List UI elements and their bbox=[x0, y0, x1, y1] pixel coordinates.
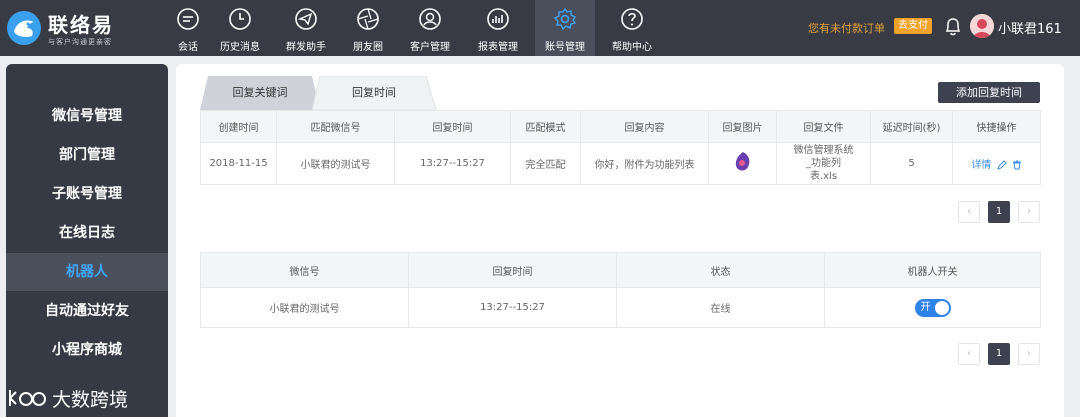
aperture-icon bbox=[357, 8, 379, 30]
robot-status-table: 微信号 回复时间 状态 机器人开关 小联君的测试号 13:27--15:27 在… bbox=[200, 252, 1041, 328]
nav-label: 群发助手 bbox=[286, 42, 326, 53]
avatar[interactable] bbox=[970, 14, 994, 38]
chart-icon bbox=[487, 8, 509, 30]
column-header: 微信号 bbox=[200, 252, 409, 288]
page-number-button[interactable]: 1 bbox=[988, 201, 1010, 223]
column-header: 回复文件 bbox=[776, 110, 871, 143]
nav-item-moments[interactable]: 朋友圈 bbox=[338, 0, 398, 56]
paper-plane-icon bbox=[295, 8, 317, 30]
chat-icon bbox=[177, 8, 199, 30]
prev-page-button[interactable]: ‹ bbox=[958, 201, 980, 223]
column-header: 匹配微信号 bbox=[276, 110, 395, 143]
nav-label: 会话 bbox=[178, 42, 198, 53]
sidebar-item-departments[interactable]: 部门管理 bbox=[6, 136, 168, 174]
nav-item-reports[interactable]: 报表管理 bbox=[468, 0, 528, 56]
tab-reply-time[interactable]: 回复时间 bbox=[312, 76, 436, 110]
logo-title: 联络易 bbox=[48, 13, 114, 37]
pagination: ‹ 1 › bbox=[958, 343, 1040, 365]
edit-icon[interactable] bbox=[996, 160, 1007, 170]
nav-label: 帮助中心 bbox=[612, 42, 652, 53]
reply-time-table: 创建时间 匹配微信号 回复时间 匹配模式 回复内容 回复图片 回复文件 延迟时间… bbox=[200, 110, 1041, 185]
nav-item-broadcast[interactable]: 群发助手 bbox=[276, 0, 336, 56]
add-reply-time-button[interactable]: 添加回复时间 bbox=[938, 82, 1040, 103]
file-name[interactable]: 微信管理系统_功能列表.xls bbox=[793, 144, 855, 183]
table-row: 2018-11-15 小联君的测试号 13:27--15:27 完全匹配 你好，… bbox=[200, 142, 1041, 185]
nav-item-customers[interactable]: 客户管理 bbox=[400, 0, 460, 56]
question-icon bbox=[621, 8, 643, 30]
tab-label: 回复关键词 bbox=[232, 86, 288, 99]
column-header: 状态 bbox=[616, 252, 825, 288]
cell-reply-time: 13:27--15:27 bbox=[408, 287, 617, 328]
cell-status: 在线 bbox=[616, 287, 825, 328]
tab-label: 回复时间 bbox=[352, 86, 396, 99]
table-row: 小联君的测试号 13:27--15:27 在线 开 bbox=[200, 287, 1041, 328]
toggle-label: 开 bbox=[920, 301, 931, 313]
nav-item-account[interactable]: 账号管理 bbox=[535, 0, 595, 56]
nav-label: 历史消息 bbox=[220, 42, 260, 53]
nav-label: 朋友圈 bbox=[353, 42, 383, 53]
cell-match-mode: 完全匹配 bbox=[510, 142, 581, 185]
robot-toggle-switch[interactable]: 开 bbox=[914, 298, 951, 317]
nav-item-chat[interactable]: 会话 bbox=[158, 0, 218, 56]
sidebar: 微信号管理 部门管理 子账号管理 在线日志 机器人 自动通过好友 小程序商城 bbox=[6, 64, 168, 417]
nav-label: 账号管理 bbox=[545, 42, 585, 53]
main-panel: 回复关键词 回复时间 添加回复时间 创建时间 匹配微信号 回复时间 匹配模式 回… bbox=[176, 64, 1064, 417]
pay-button[interactable]: 去支付 bbox=[894, 18, 932, 34]
nav-label: 客户管理 bbox=[410, 42, 450, 53]
tab-reply-keywords[interactable]: 回复关键词 bbox=[200, 76, 320, 110]
table-header-row: 微信号 回复时间 状态 机器人开关 bbox=[200, 252, 1041, 288]
next-page-button[interactable]: › bbox=[1018, 201, 1040, 223]
nav-label: 报表管理 bbox=[478, 42, 518, 53]
bell-icon[interactable] bbox=[944, 16, 962, 36]
user-icon bbox=[419, 8, 441, 30]
app-logo[interactable]: 联络易 与客户沟通更亲密 bbox=[6, 6, 166, 50]
watermark-text: 大数跨境 bbox=[52, 389, 129, 411]
top-navigation-bar: 联络易 与客户沟通更亲密 会话 历史消息 群发助手 朋友圈 客户管理 报表管理 bbox=[0, 0, 1080, 56]
sidebar-item-robot[interactable]: 机器人 bbox=[6, 253, 168, 291]
image-thumbnail-icon[interactable] bbox=[734, 151, 752, 173]
avatar-image-icon bbox=[970, 14, 994, 38]
sidebar-item-auto-accept-friends[interactable]: 自动通过好友 bbox=[6, 292, 168, 330]
unpaid-order-notice[interactable]: 您有未付款订单 bbox=[808, 20, 885, 36]
sidebar-item-mini-program-mall[interactable]: 小程序商城 bbox=[6, 331, 168, 369]
column-header: 回复时间 bbox=[394, 110, 511, 143]
column-header: 延迟时间(秒) bbox=[870, 110, 953, 143]
table-header-row: 创建时间 匹配微信号 回复时间 匹配模式 回复内容 回复图片 回复文件 延迟时间… bbox=[200, 110, 1041, 143]
cell-wechat-account: 小联君的测试号 bbox=[276, 142, 395, 185]
pagination: ‹ 1 › bbox=[958, 201, 1040, 223]
page-number-button[interactable]: 1 bbox=[988, 343, 1010, 365]
column-header: 创建时间 bbox=[200, 110, 277, 143]
nav-item-help[interactable]: 帮助中心 bbox=[602, 0, 662, 56]
trash-icon[interactable] bbox=[1012, 160, 1022, 170]
column-header: 回复图片 bbox=[708, 110, 777, 143]
cell-reply-file: 微信管理系统_功能列表.xls bbox=[776, 142, 871, 185]
cell-delay: 5 bbox=[870, 142, 953, 185]
detail-link[interactable]: 详情 bbox=[971, 160, 991, 171]
nav-item-history[interactable]: 历史消息 bbox=[210, 0, 270, 56]
cell-actions: 详情 bbox=[952, 142, 1041, 185]
clock-icon bbox=[229, 8, 251, 30]
gear-icon bbox=[553, 7, 577, 31]
cell-reply-image bbox=[708, 142, 777, 185]
next-page-button[interactable]: › bbox=[1018, 343, 1040, 365]
toggle-knob bbox=[934, 300, 949, 315]
column-header: 回复时间 bbox=[408, 252, 617, 288]
column-header: 机器人开关 bbox=[824, 252, 1041, 288]
username[interactable]: 小联君161 bbox=[998, 18, 1062, 37]
cell-wechat-account: 小联君的测试号 bbox=[200, 287, 409, 328]
sidebar-item-wechat-accounts[interactable]: 微信号管理 bbox=[6, 97, 168, 135]
column-header: 回复内容 bbox=[580, 110, 709, 143]
sidebar-item-online-log[interactable]: 在线日志 bbox=[6, 214, 168, 252]
bird-logo-icon bbox=[7, 11, 41, 45]
cell-created-time: 2018-11-15 bbox=[200, 142, 277, 185]
prev-page-button[interactable]: ‹ bbox=[958, 343, 980, 365]
column-header: 快捷操作 bbox=[952, 110, 1041, 143]
watermark-logo-icon bbox=[9, 390, 46, 406]
sidebar-item-sub-accounts[interactable]: 子账号管理 bbox=[6, 175, 168, 213]
cell-robot-switch: 开 bbox=[824, 287, 1041, 328]
cell-reply-content: 你好，附件为功能列表 bbox=[580, 142, 709, 185]
cell-reply-time: 13:27--15:27 bbox=[394, 142, 511, 185]
logo-subtitle: 与客户沟通更亲密 bbox=[48, 38, 112, 46]
column-header: 匹配模式 bbox=[510, 110, 581, 143]
